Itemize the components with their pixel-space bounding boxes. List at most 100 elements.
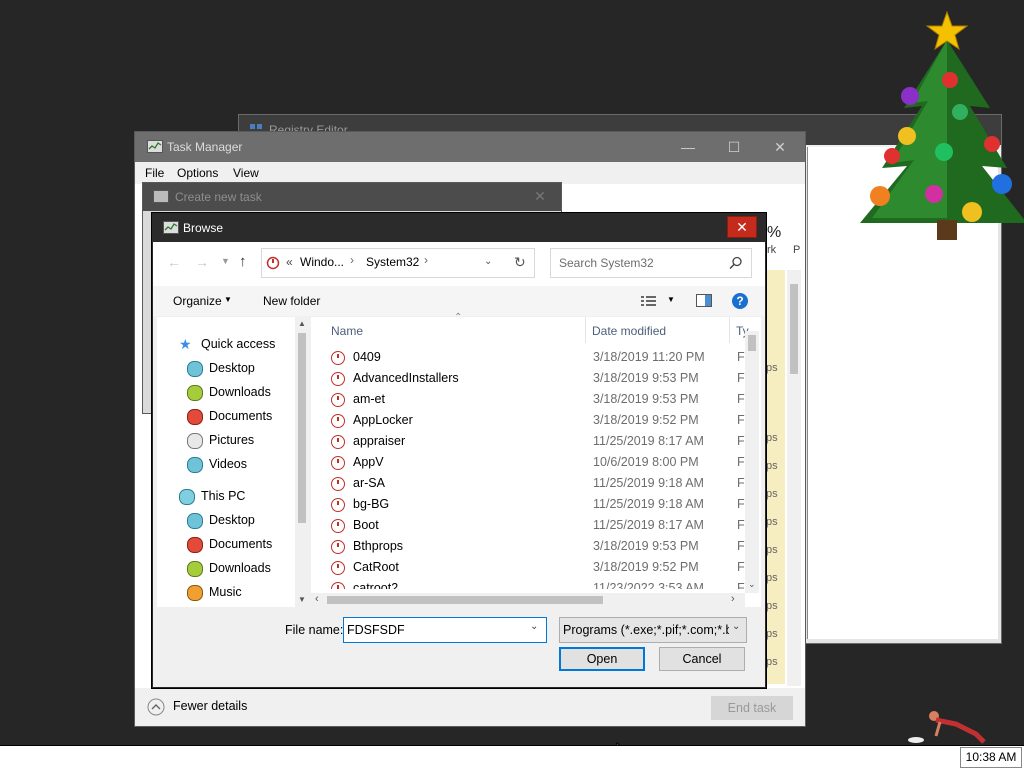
- browse-dialog: Browse ✕ ← → ▼ ↑ « Windo... › System32 ›…: [152, 213, 766, 688]
- list-item[interactable]: am-et3/18/2019 9:53 PMFi: [331, 389, 745, 410]
- cancel-button[interactable]: Cancel: [659, 647, 745, 671]
- folder-icon: [331, 540, 345, 554]
- help-icon[interactable]: ?: [732, 293, 748, 309]
- file-name-input[interactable]: FDSFSDF: [347, 623, 405, 637]
- scroll-up-icon[interactable]: ▲: [298, 319, 306, 328]
- list-item[interactable]: ar-SA11/25/2019 9:18 AMFi: [331, 473, 745, 494]
- desktop-icon: [187, 513, 203, 529]
- row-cell: ps: [766, 600, 778, 612]
- file-name-label: File name:: [285, 623, 344, 637]
- navigation-pane: ★ Quick access Desktop ✦ Downloads ✦ Doc…: [157, 317, 323, 607]
- address-dropdown-icon[interactable]: ⌄: [484, 256, 492, 267]
- chevron-down-icon[interactable]: ⌄: [530, 621, 538, 632]
- taskbar-clock[interactable]: 10:38 AM: [960, 747, 1022, 768]
- list-item[interactable]: AdvancedInstallers3/18/2019 9:53 PMFi: [331, 368, 745, 389]
- list-item[interactable]: AppV10/6/2019 8:00 PMFi: [331, 452, 745, 473]
- file-list-vertical-scrollbar[interactable]: ⌄: [745, 331, 759, 593]
- preview-pane-icon[interactable]: [696, 294, 712, 308]
- recent-locations-chevron-icon[interactable]: ▼: [221, 256, 230, 266]
- search-input[interactable]: Search System32: [559, 256, 654, 270]
- close-button[interactable]: ✕: [523, 185, 557, 207]
- column-name[interactable]: Name: [331, 324, 363, 338]
- minimize-button[interactable]: —: [665, 132, 711, 162]
- organize-dropdown-icon[interactable]: ▼: [224, 295, 232, 304]
- list-item[interactable]: Bthprops3/18/2019 9:53 PMFi: [331, 536, 745, 557]
- navigation-bar: ← → ▼ ↑ « Windo... › System32 › ⌄ ↻ Sear…: [153, 242, 765, 286]
- scrollbar-thumb[interactable]: [327, 596, 603, 604]
- list-item[interactable]: CatRoot3/18/2019 9:52 PMFi: [331, 557, 745, 578]
- row-cell: ps: [766, 488, 778, 500]
- column-network[interactable]: rk: [767, 244, 776, 256]
- column-divider[interactable]: [729, 317, 730, 343]
- pictures-icon: [187, 433, 203, 449]
- list-item[interactable]: 04093/18/2019 11:20 PMFi: [331, 347, 745, 368]
- refresh-icon[interactable]: ↻: [514, 254, 526, 271]
- folder-icon: [331, 582, 345, 589]
- breadcrumb-windows[interactable]: Windo...: [300, 255, 344, 269]
- close-button[interactable]: ✕: [727, 216, 757, 238]
- breadcrumb-overflow[interactable]: «: [286, 255, 293, 269]
- browse-title: Browse: [183, 221, 224, 235]
- chevron-up-icon[interactable]: [147, 698, 165, 716]
- desktop-icon: [187, 361, 203, 377]
- documents-icon: [187, 409, 203, 425]
- folder-icon: [331, 414, 345, 428]
- close-button[interactable]: ✕: [757, 132, 803, 162]
- search-box[interactable]: Search System32: [550, 248, 752, 278]
- open-button[interactable]: Open: [559, 647, 645, 671]
- column-divider[interactable]: [585, 317, 586, 343]
- navigation-scrollbar[interactable]: ▲ ▼: [295, 317, 309, 607]
- scroll-down-icon[interactable]: ▼: [298, 595, 306, 604]
- scrollbar-thumb[interactable]: [748, 335, 756, 351]
- end-task-button[interactable]: End task: [711, 696, 793, 720]
- up-arrow-icon[interactable]: ↑: [239, 253, 247, 270]
- chevron-down-icon[interactable]: ⌄: [732, 621, 740, 632]
- breadcrumb-separator-icon: ›: [424, 253, 428, 267]
- scroll-right-icon[interactable]: ›: [731, 593, 735, 605]
- file-rows: 04093/18/2019 11:20 PMFi AdvancedInstall…: [311, 347, 745, 589]
- scrollbar-thumb[interactable]: [298, 333, 306, 523]
- list-item[interactable]: AppLocker3/18/2019 9:52 PMFi: [331, 410, 745, 431]
- file-list-horizontal-scrollbar[interactable]: ‹ ›: [311, 593, 745, 607]
- file-type-select[interactable]: Programs (*.exe;*.pif;*.com;*.ba ⌄: [559, 617, 747, 643]
- music-icon: [187, 585, 203, 601]
- column-power[interactable]: P: [793, 244, 800, 256]
- forward-arrow-icon[interactable]: →: [195, 254, 209, 270]
- folder-icon: [331, 456, 345, 470]
- star-icon: ★: [179, 336, 192, 352]
- task-manager-titlebar[interactable]: Task Manager — ☐ ✕: [135, 132, 805, 162]
- folder-icon: [331, 351, 345, 365]
- fewer-details-link[interactable]: Fewer details: [173, 699, 247, 713]
- menu-view[interactable]: View: [233, 166, 259, 180]
- row-cell: ps: [766, 544, 778, 556]
- menu-file[interactable]: File: [145, 166, 164, 180]
- list-item[interactable]: bg-BG11/25/2019 9:18 AMFi: [331, 494, 745, 515]
- search-icon[interactable]: [729, 256, 743, 270]
- task-manager-icon: [147, 140, 163, 153]
- task-list-scrollbar[interactable]: [787, 270, 801, 686]
- row-cell: ps: [766, 572, 778, 584]
- task-manager-menubar: File Options View: [135, 162, 805, 184]
- list-item[interactable]: appraiser11/25/2019 8:17 AMFi: [331, 431, 745, 452]
- browse-titlebar[interactable]: Browse ✕: [153, 214, 765, 242]
- address-bar[interactable]: « Windo... › System32 › ⌄ ↻: [261, 248, 535, 278]
- organize-menu[interactable]: Organize: [173, 294, 222, 308]
- maximize-button[interactable]: ☐: [711, 132, 757, 162]
- column-date-modified[interactable]: Date modified: [592, 324, 666, 338]
- back-arrow-icon[interactable]: ←: [167, 254, 181, 270]
- list-item[interactable]: Boot11/25/2019 8:17 AMFi: [331, 515, 745, 536]
- view-dropdown-icon[interactable]: ▼: [667, 295, 675, 304]
- scrollbar-thumb[interactable]: [790, 284, 798, 374]
- new-folder-button[interactable]: New folder: [263, 294, 320, 308]
- view-options-icon[interactable]: [641, 295, 657, 307]
- create-new-task-titlebar[interactable]: Create new task ✕: [143, 183, 561, 211]
- row-cell: ps: [766, 362, 778, 374]
- breadcrumb-system32[interactable]: System32: [366, 255, 419, 269]
- file-name-combobox[interactable]: FDSFSDF ⌄: [343, 617, 547, 643]
- list-item[interactable]: catroot211/23/2022 3:53 AMFi: [331, 578, 745, 589]
- column-header-row: ⌃ Name Date modified Ty: [311, 312, 761, 343]
- scroll-left-icon[interactable]: ‹: [315, 593, 319, 605]
- menu-options[interactable]: Options: [177, 166, 218, 180]
- folder-icon: [331, 498, 345, 512]
- scroll-down-icon[interactable]: ⌄: [748, 579, 756, 590]
